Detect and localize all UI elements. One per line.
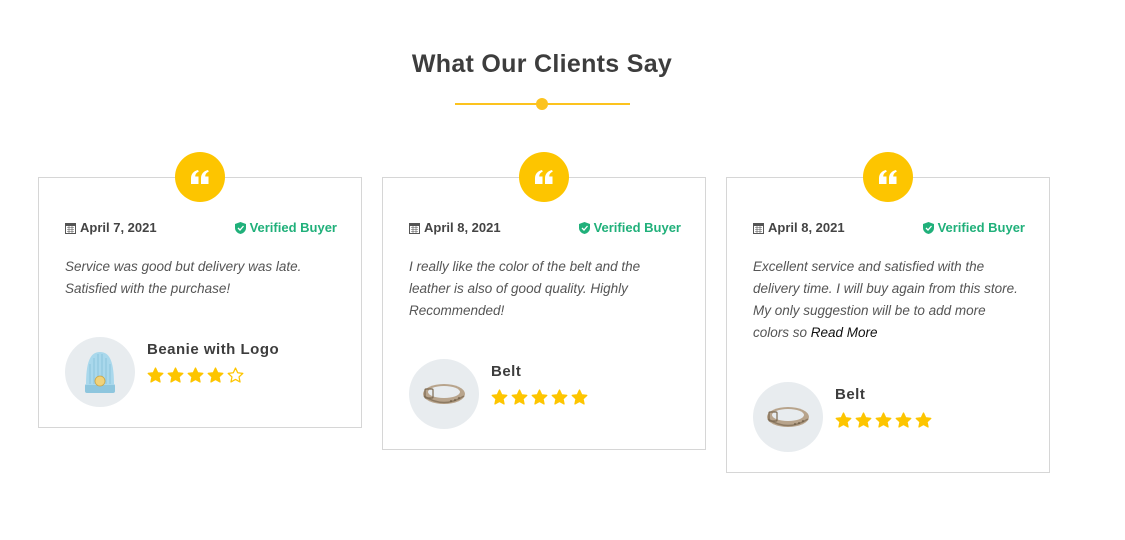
star-filled-icon xyxy=(895,412,912,428)
calendar-icon xyxy=(409,222,420,234)
verified-badge: Verified Buyer xyxy=(234,220,337,235)
title-divider xyxy=(455,98,630,110)
star-filled-icon xyxy=(531,389,548,405)
shield-check-icon xyxy=(234,221,246,234)
beanie-icon xyxy=(85,352,115,393)
star-filled-icon xyxy=(835,412,852,428)
review-text-body: I really like the color of the belt and … xyxy=(409,259,641,318)
review-text-body: Service was good but delivery was late. … xyxy=(65,259,302,296)
review-date-text: April 8, 2021 xyxy=(424,220,501,235)
star-filled-icon xyxy=(207,367,224,383)
star-rating xyxy=(147,367,247,384)
star-empty-icon xyxy=(227,367,244,383)
star-rating xyxy=(835,412,935,429)
review-date-text: April 8, 2021 xyxy=(768,220,845,235)
calendar-icon xyxy=(65,222,76,234)
star-rating xyxy=(491,389,591,406)
star-filled-icon xyxy=(551,389,568,405)
belt-icon xyxy=(767,407,809,427)
calendar-icon xyxy=(753,222,764,234)
review-text-body: Excellent service and satisfied with the… xyxy=(753,259,1018,340)
quote-icon xyxy=(863,152,913,202)
review-text: Service was good but delivery was late. … xyxy=(65,256,337,300)
product-name[interactable]: Belt xyxy=(835,386,865,403)
star-filled-icon xyxy=(855,412,872,428)
product-name[interactable]: Belt xyxy=(491,363,521,380)
star-filled-icon xyxy=(187,367,204,383)
product-info: Belt xyxy=(753,382,1023,452)
star-filled-icon xyxy=(147,367,164,383)
product-info: Beanie with Logo xyxy=(65,337,335,407)
review-card: April 8, 2021 Verified Buyer Excellent s… xyxy=(726,152,1050,473)
divider-dot xyxy=(536,98,548,110)
star-filled-icon xyxy=(915,412,932,428)
star-filled-icon xyxy=(511,389,528,405)
review-date: April 8, 2021 xyxy=(753,220,845,235)
read-more-link[interactable]: Read More xyxy=(811,325,878,340)
star-filled-icon xyxy=(571,389,588,405)
star-filled-icon xyxy=(875,412,892,428)
product-thumbnail[interactable] xyxy=(753,382,823,452)
star-filled-icon xyxy=(491,389,508,405)
quote-icon xyxy=(175,152,225,202)
verified-label: Verified Buyer xyxy=(593,220,681,235)
quote-icon xyxy=(519,152,569,202)
review-date-text: April 7, 2021 xyxy=(80,220,157,235)
verified-label: Verified Buyer xyxy=(249,220,337,235)
belt-icon xyxy=(423,384,465,404)
shield-check-icon xyxy=(578,221,590,234)
shield-check-icon xyxy=(922,221,934,234)
star-filled-icon xyxy=(167,367,184,383)
review-text: I really like the color of the belt and … xyxy=(409,256,681,322)
section-title: What Our Clients Say xyxy=(411,50,673,78)
review-date: April 8, 2021 xyxy=(409,220,501,235)
verified-badge: Verified Buyer xyxy=(922,220,1025,235)
verified-badge: Verified Buyer xyxy=(578,220,681,235)
review-card: April 8, 2021 Verified Buyer I really li… xyxy=(382,152,706,450)
review-card: April 7, 2021 Verified Buyer Service was… xyxy=(38,152,362,428)
product-info: Belt xyxy=(409,359,679,429)
verified-label: Verified Buyer xyxy=(937,220,1025,235)
review-date: April 7, 2021 xyxy=(65,220,157,235)
review-text: Excellent service and satisfied with the… xyxy=(753,256,1025,344)
product-thumbnail[interactable] xyxy=(65,337,135,407)
product-thumbnail[interactable] xyxy=(409,359,479,429)
product-name[interactable]: Beanie with Logo xyxy=(147,341,279,358)
